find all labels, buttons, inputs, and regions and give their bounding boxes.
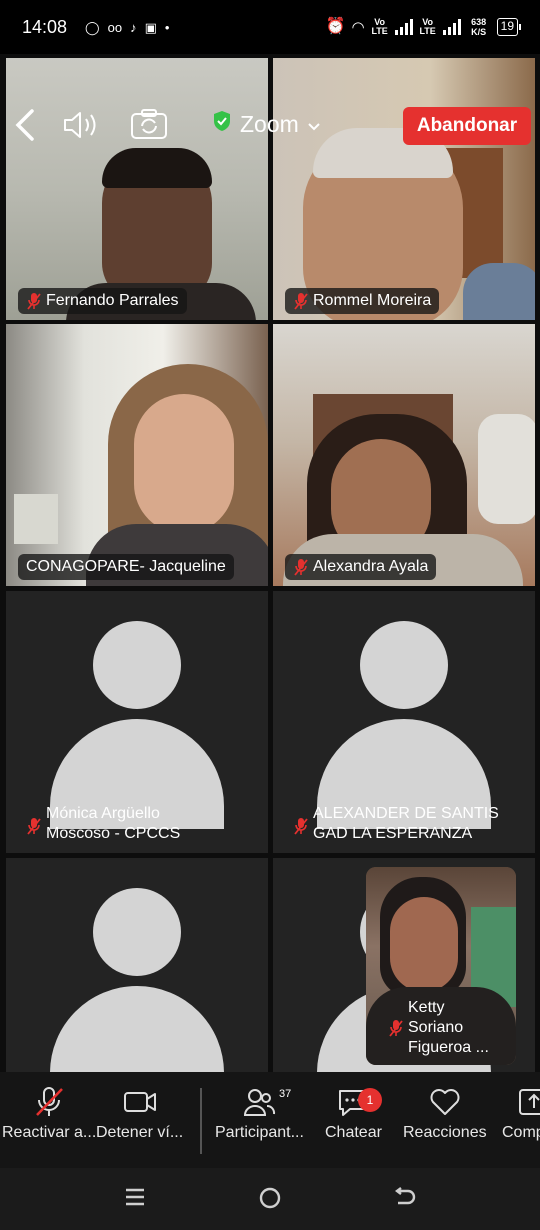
chevron-down-icon: [307, 111, 321, 138]
avatar-placeholder-body: [50, 986, 224, 1072]
reactions-label: Reacciones: [403, 1124, 487, 1141]
participant-name-tag: ALEXANDER DE SANTIS GAD LA ESPERANZA: [285, 801, 525, 847]
meeting-title-dropdown[interactable]: Zoom: [212, 110, 321, 138]
participants-label: Participant...: [215, 1124, 304, 1141]
self-name-tag: Ketty Soriano Figueroa ...: [380, 995, 508, 1061]
network-label-1: Vo LTE: [371, 17, 388, 36]
avatar-placeholder-head: [93, 888, 181, 976]
meeting-top-bar: Zoom Abandonar: [0, 54, 540, 162]
participant-tile[interactable]: Mónica Argüello Moscoso - CPCCS: [6, 591, 268, 853]
shield-icon: [212, 110, 232, 138]
system-navigation-bar: [0, 1168, 540, 1230]
wifi-icon: ◠: [351, 18, 365, 36]
switch-camera-icon[interactable]: [130, 108, 168, 145]
participant-name: ALEXANDER DE SANTIS GAD LA ESPERANZA: [313, 805, 499, 842]
avatar-placeholder-head: [93, 621, 181, 709]
participant-name: Fernando Parrales: [46, 292, 179, 309]
participant-video: [273, 324, 535, 586]
back-nav-icon[interactable]: [392, 1186, 416, 1214]
mic-muted-icon: [26, 291, 42, 311]
share-button[interactable]: Comp: [502, 1086, 540, 1142]
participant-tile[interactable]: [6, 858, 268, 1072]
participant-tile[interactable]: ALEXANDER DE SANTIS GAD LA ESPERANZA: [273, 591, 535, 853]
recent-apps-icon[interactable]: [124, 1186, 146, 1212]
chat-unread-badge: 1: [358, 1088, 382, 1112]
mic-muted-icon: [36, 1087, 64, 1116]
stop-video-button[interactable]: Detener ví...: [96, 1086, 183, 1142]
status-bar: 14:08 ◯ oo ♪ ▣ • ⏰ ◠ Vo LTE Vo LTE 638 K…: [0, 0, 540, 54]
dot-icon: •: [164, 19, 170, 35]
share-screen-icon: [519, 1089, 540, 1115]
self-view-thumbnail[interactable]: Ketty Soriano Figueroa ...: [366, 867, 516, 1065]
video-camera-icon: [123, 1092, 156, 1112]
chat-label: Chatear: [325, 1124, 382, 1141]
meeting-toolbar: Reactivar a... Detener ví... Participant…: [0, 1072, 540, 1168]
participant-video: [6, 324, 268, 586]
share-label: Comp: [502, 1124, 540, 1141]
whatsapp-icon: ◯: [85, 19, 100, 35]
participant-name-tag: Mónica Argüello Moscoso - CPCCS: [18, 801, 214, 847]
network-label-2: Vo LTE: [419, 17, 436, 36]
heart-icon: [430, 1089, 460, 1115]
participant-name-tag: Rommel Moreira: [285, 288, 440, 314]
speaker-icon[interactable]: [62, 110, 102, 145]
stop-video-label: Detener ví...: [96, 1124, 184, 1141]
participant-name-tag: Alexandra Ayala: [285, 554, 437, 580]
mic-muted-icon: [26, 816, 42, 836]
home-icon[interactable]: [258, 1186, 282, 1214]
battery-indicator: 19: [496, 18, 522, 36]
back-icon[interactable]: [12, 108, 38, 147]
mic-muted-icon: [293, 816, 309, 836]
participant-tile[interactable]: Alexandra Ayala: [273, 324, 535, 586]
avatar-placeholder-head: [360, 621, 448, 709]
app-title: Zoom: [240, 110, 299, 137]
clock: 14:08: [22, 16, 68, 37]
participant-name-tag: Fernando Parrales: [18, 288, 187, 314]
mic-muted-icon: [293, 291, 309, 311]
participant-name: Mónica Argüello Moscoso - CPCCS: [46, 805, 181, 842]
leave-meeting-button[interactable]: Abandonar: [403, 107, 531, 145]
reactions-button[interactable]: Reacciones: [403, 1086, 487, 1142]
participant-name: Alexandra Ayala: [313, 558, 429, 575]
unmute-button[interactable]: Reactivar a...: [2, 1086, 96, 1142]
participant-name: CONAGOPARE- Jacqueline: [26, 558, 226, 575]
signal-icon: [394, 19, 413, 35]
notification-icon: ▣: [144, 19, 157, 35]
alarm-icon: ⏰: [325, 18, 346, 35]
mic-muted-icon: [388, 1018, 404, 1038]
toolbar-divider: [200, 1088, 202, 1154]
participants-icon: [244, 1089, 276, 1116]
participant-name: Rommel Moreira: [313, 292, 432, 309]
self-name: Ketty Soriano Figueroa ...: [408, 999, 489, 1056]
signal-icon-2: [442, 19, 461, 35]
network-speed: 638 K/S: [471, 17, 487, 37]
unmute-label: Reactivar a...: [2, 1124, 97, 1141]
tiktok-icon: ♪: [130, 19, 137, 35]
participant-tile-active-speaker[interactable]: CONAGOPARE- Jacqueline: [6, 324, 268, 586]
mic-muted-icon: [293, 557, 309, 577]
participant-name-tag: CONAGOPARE- Jacqueline: [18, 554, 234, 580]
participants-count: 37: [279, 1088, 292, 1100]
voicemail-icon: oo: [107, 19, 123, 35]
